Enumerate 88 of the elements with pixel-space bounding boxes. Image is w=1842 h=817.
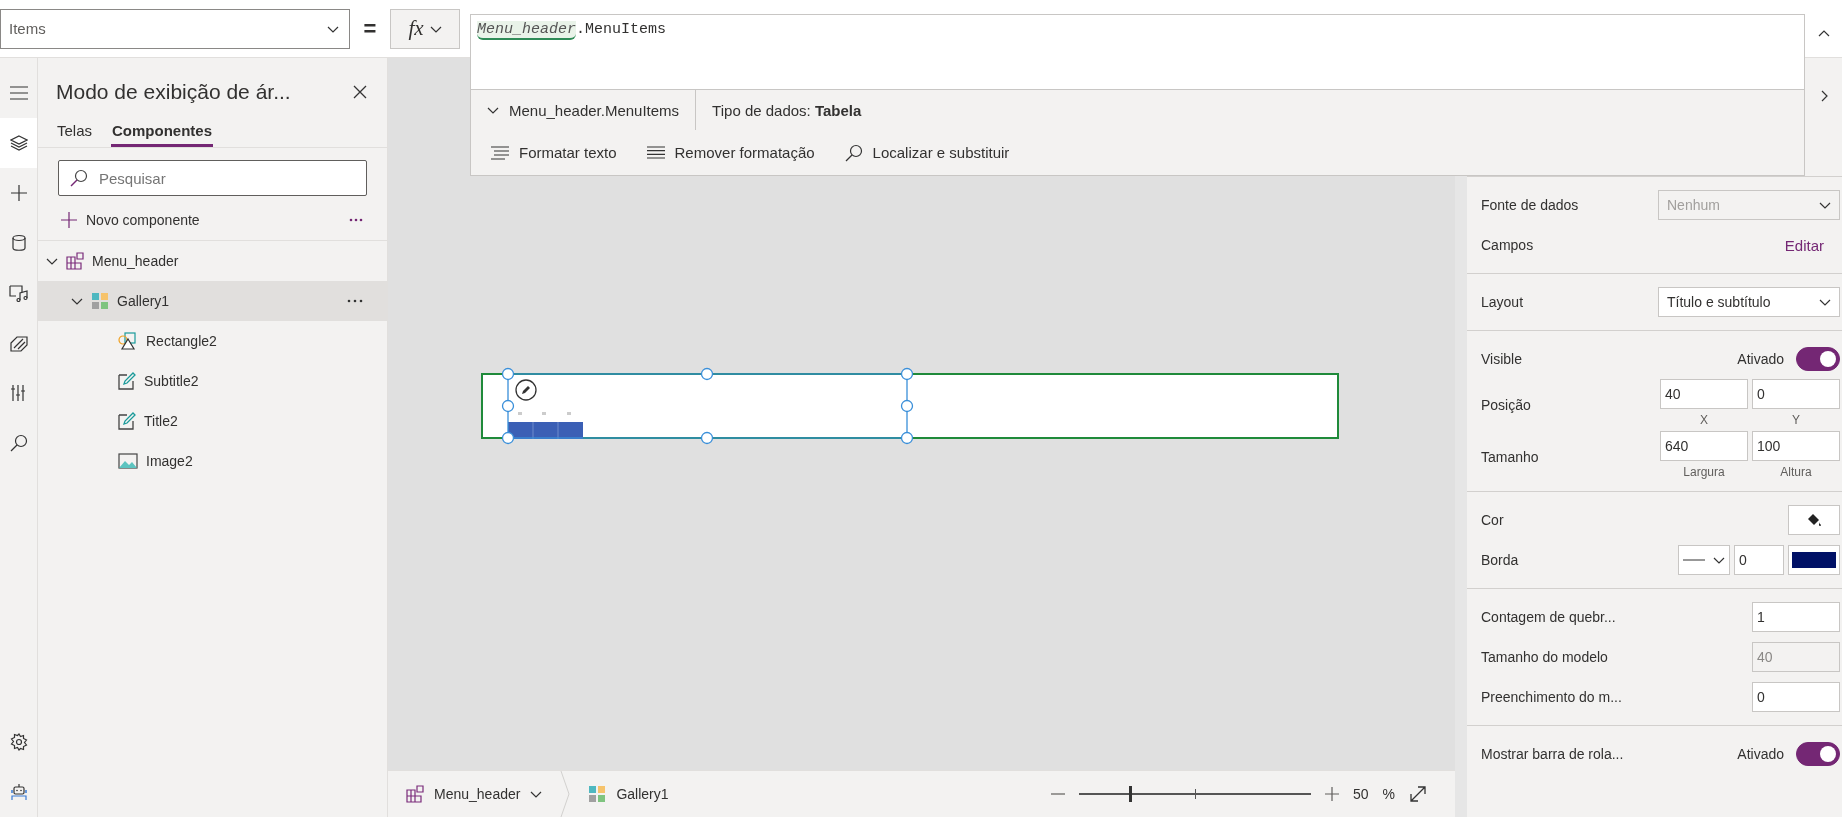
number-field[interactable]: 1: [1752, 602, 1840, 632]
tag-icon[interactable]: [8, 334, 29, 352]
settings-icon[interactable]: [9, 733, 28, 751]
menu-icon[interactable]: [9, 86, 28, 100]
breadcrumb-separator: [560, 771, 571, 817]
property-label: Contagem de quebr...: [1481, 609, 1617, 625]
field-caption: Largura: [1683, 465, 1725, 479]
solid-line-icon: [1683, 558, 1705, 562]
number-field[interactable]: 0: [1752, 682, 1840, 712]
property-label: Layout: [1481, 294, 1525, 310]
field-caption: Y: [1792, 413, 1800, 427]
breadcrumb-item[interactable]: Menu_header: [388, 771, 561, 817]
expand-icon[interactable]: [1409, 785, 1427, 803]
edit-text-icon: [118, 372, 136, 390]
edit-text-icon: [118, 412, 136, 430]
minus-icon[interactable]: [1050, 793, 1065, 795]
zoom-unit: %: [1382, 786, 1395, 802]
tree-item[interactable]: Menu_header: [38, 241, 387, 281]
paint-bucket-icon: [1806, 512, 1822, 528]
property-label: Tamanho: [1481, 449, 1540, 465]
tree-item[interactable]: Subtitle2: [38, 361, 387, 401]
property-label: Mostrar barra de rola...: [1481, 746, 1625, 762]
new-component-button[interactable]: Novo componente: [60, 211, 200, 229]
tree-item[interactable]: Gallery1: [38, 281, 387, 321]
search-icon: [70, 169, 88, 187]
search-icon[interactable]: [9, 434, 28, 452]
formula-tool-button[interactable]: Remover formatação: [646, 140, 815, 165]
zoom-slider[interactable]: [1078, 786, 1311, 802]
tools-icon[interactable]: [9, 384, 28, 402]
gallery-icon: [91, 292, 109, 310]
toggle-state: Ativado: [1737, 746, 1784, 762]
media-icon[interactable]: [8, 284, 29, 302]
panel-title: Modo de exibição de ár...: [56, 80, 291, 104]
formula-tool-button[interactable]: Formatar texto: [491, 140, 617, 165]
database-icon[interactable]: [10, 234, 27, 252]
property-label: Campos: [1481, 237, 1535, 253]
plus-icon[interactable]: [1324, 787, 1339, 801]
equals-sign: =: [362, 15, 378, 42]
zoom-value: 50: [1352, 786, 1369, 802]
border-style-dropdown[interactable]: [1678, 545, 1730, 575]
search-field[interactable]: Pesquisar: [58, 160, 367, 196]
component-icon: [66, 252, 84, 270]
edit-link[interactable]: Editar: [1778, 235, 1840, 255]
toggle-switch[interactable]: [1796, 742, 1840, 766]
field-caption: Altura: [1780, 465, 1812, 479]
function-button[interactable]: fx: [390, 8, 460, 49]
layers-icon[interactable]: [9, 134, 28, 152]
border-color-button[interactable]: [1788, 545, 1840, 575]
property-label: Cor: [1481, 512, 1505, 528]
number-field[interactable]: 0: [1734, 545, 1784, 575]
toggle-switch[interactable]: [1796, 347, 1840, 371]
property-label: Fonte de dados: [1481, 197, 1580, 213]
shapes-icon: [118, 332, 138, 350]
fill-color-button[interactable]: [1788, 505, 1840, 535]
dropdown[interactable]: Título e subtítulo: [1658, 287, 1840, 317]
field-caption: X: [1700, 413, 1708, 427]
tab[interactable]: Componentes: [111, 118, 214, 147]
data-type-text: Tipo de dados: Tabela: [711, 101, 862, 119]
number-field[interactable]: 40: [1660, 379, 1748, 409]
format-lines-icon: [491, 145, 509, 160]
tree-item[interactable]: Image2: [38, 441, 387, 481]
more-icon[interactable]: [349, 218, 363, 222]
gallery-icon: [588, 785, 607, 803]
plus-icon: [60, 211, 78, 229]
close-icon[interactable]: [353, 85, 367, 99]
property-dropdown[interactable]: Items: [0, 8, 350, 49]
breadcrumb-item[interactable]: Gallery1: [570, 771, 687, 817]
search-icon: [844, 143, 863, 162]
number-field[interactable]: 640: [1660, 431, 1748, 461]
more-icon[interactable]: [347, 299, 363, 303]
lines-icon: [646, 145, 665, 160]
robot-icon[interactable]: [9, 783, 28, 801]
plus-icon[interactable]: [9, 184, 28, 202]
property-label: Tamanho do modelo: [1481, 649, 1609, 665]
number-field[interactable]: 0: [1752, 379, 1840, 409]
tree-item[interactable]: Rectangle2: [38, 321, 387, 361]
image-icon: [118, 453, 138, 469]
number-field[interactable]: 100: [1752, 431, 1840, 461]
tab[interactable]: Telas: [56, 118, 94, 147]
toggle-state: Ativado: [1737, 351, 1784, 367]
property-label: Posição: [1481, 397, 1532, 413]
component-icon: [406, 785, 424, 803]
formula-text[interactable]: Menu_header.MenuItems: [471, 15, 1804, 89]
formula-tool-button[interactable]: Localizar e substituir: [844, 139, 1010, 166]
tree-item[interactable]: Title2: [38, 401, 387, 441]
property-label: Borda: [1481, 552, 1520, 568]
property-label: Preenchimento do m...: [1481, 689, 1623, 705]
property-label: Visible: [1481, 351, 1523, 367]
